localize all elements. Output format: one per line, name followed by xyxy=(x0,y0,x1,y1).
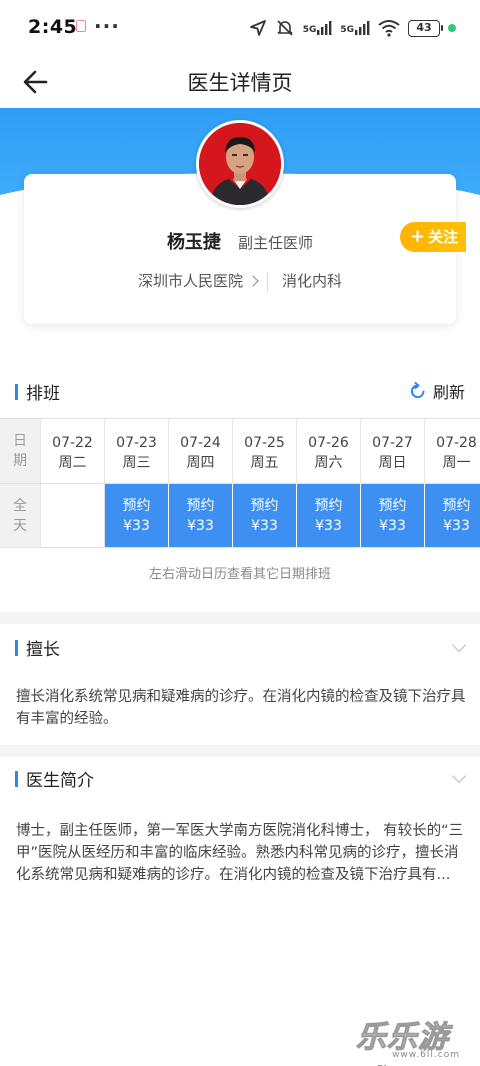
book-label: 预约 xyxy=(186,498,215,514)
weekday-text: 周日 xyxy=(378,455,407,471)
doctor-photo-icon xyxy=(199,123,281,205)
doctor-name: 杨玉捷 xyxy=(166,232,221,253)
doctor-title: 副主任医师 xyxy=(238,234,314,252)
weekday-text: 周一 xyxy=(442,455,471,471)
price-label: ¥33 xyxy=(379,518,406,534)
weekday-text: 周二 xyxy=(58,455,87,471)
book-label: 预约 xyxy=(122,498,151,514)
intro-section-header[interactable]: 医生简介 xyxy=(0,765,480,795)
watermark-logo: 乐乐游戏 www.6ll.com xyxy=(356,1012,474,1066)
refresh-icon xyxy=(410,382,425,399)
price-label: ¥33 xyxy=(123,518,150,534)
refresh-label: 刷新 xyxy=(432,383,465,402)
date-row-label: 日期 xyxy=(0,419,41,483)
signal-5g-icon-2: 5G xyxy=(340,21,370,35)
date-columns: 07-22 周二 07-23 周三 07-24 周四 07-25 周五 07-26 周六 07-27… xyxy=(41,419,480,483)
date-text: 07-23 xyxy=(116,435,157,451)
date-text: 07-26 xyxy=(308,435,349,451)
book-slot-button[interactable]: 预约 ¥33 xyxy=(233,484,297,547)
price-label: ¥33 xyxy=(315,518,342,534)
empty-slot xyxy=(41,484,105,547)
book-slot-button[interactable]: 预约 ¥33 xyxy=(361,484,425,547)
divider xyxy=(267,271,268,292)
slot-columns: 预约 ¥33 预约 ¥33 预约 ¥33 预约 ¥33 预约 ¥33 预约 ¥33 xyxy=(41,484,480,547)
schedule-section-header: 排班 刷新 xyxy=(0,378,480,408)
status-icons: 5G 5G 43 xyxy=(249,18,456,38)
hospital-name: 深圳市人民医院 xyxy=(137,272,243,290)
date-text: 07-22 xyxy=(52,435,93,451)
schedule-hint: 左右滑动日历查看其它日期排班 xyxy=(148,567,331,582)
book-label: 预约 xyxy=(314,498,343,514)
price-label: ¥33 xyxy=(251,518,278,534)
specialty-section-header[interactable]: 擅长 xyxy=(0,634,480,664)
price-label: ¥33 xyxy=(443,518,470,534)
avatar xyxy=(196,120,284,208)
page-title: 医生详情页 xyxy=(187,71,293,95)
plus-icon: + xyxy=(410,226,426,247)
section-divider xyxy=(0,612,480,624)
follow-label: 关注 xyxy=(428,228,459,246)
date-text: 07-27 xyxy=(372,435,413,451)
section-accent-bar xyxy=(15,384,18,400)
book-label: 预约 xyxy=(442,498,471,514)
signal-5g-icon-1: 5G xyxy=(303,21,333,35)
date-column: 07-24 周四 xyxy=(169,419,233,483)
department-name: 消化内科 xyxy=(282,272,343,290)
hospital-row: 深圳市人民医院 消化内科 xyxy=(24,270,456,292)
intro-title: 医生简介 xyxy=(26,771,94,791)
more-notifications-icon: ··· xyxy=(94,14,120,38)
date-text: 07-24 xyxy=(180,435,221,451)
schedule-slot-row: 全天 预约 ¥33 预约 ¥33 预约 ¥33 预约 ¥33 预约 ¥33 预约 ¥33 xyxy=(0,484,480,547)
book-slot-button[interactable]: 预约 ¥33 xyxy=(169,484,233,547)
privacy-dot-icon xyxy=(448,24,456,32)
date-text: 07-28 xyxy=(436,435,477,451)
allday-row-label: 全天 xyxy=(0,484,41,547)
watermark-url: www.6ll.com xyxy=(392,1050,460,1060)
date-column: 07-22 周二 xyxy=(41,419,105,483)
hospital-link[interactable]: 深圳市人民医院 xyxy=(138,272,267,290)
mute-icon xyxy=(277,20,293,36)
date-column: 07-27 周日 xyxy=(361,419,425,483)
section-accent-bar xyxy=(15,771,18,787)
status-time: 2:45 xyxy=(28,16,78,38)
battery-icon: 43 xyxy=(408,19,443,37)
price-label: ¥33 xyxy=(187,518,214,534)
book-label: 预约 xyxy=(250,498,279,514)
weekday-text: 周四 xyxy=(186,455,215,471)
notification-icon xyxy=(76,20,86,32)
specialty-title: 擅长 xyxy=(26,640,60,660)
book-slot-button[interactable]: 预约 ¥33 xyxy=(425,484,480,547)
nav-bar: 医生详情页 xyxy=(0,58,480,108)
location-icon xyxy=(249,20,266,36)
section-divider xyxy=(0,745,480,757)
book-label: 预约 xyxy=(378,498,407,514)
follow-button[interactable]: + 关注 xyxy=(400,222,466,252)
chevron-down-icon[interactable] xyxy=(451,637,467,653)
specialty-text: 擅长消化系统常见病和疑难病的诊疗。在消化内镜的检查及镜下治疗具有丰富的经验。 xyxy=(16,689,466,727)
chevron-right-icon xyxy=(247,275,259,287)
book-slot-button[interactable]: 预约 ¥33 xyxy=(297,484,361,547)
date-text: 07-25 xyxy=(244,435,285,451)
schedule-date-row: 日期 07-22 周二 07-23 周三 07-24 周四 07-25 周五 07-26 周六 07… xyxy=(0,419,480,483)
section-accent-bar xyxy=(15,640,18,656)
book-slot-button[interactable]: 预约 ¥33 xyxy=(105,484,169,547)
schedule-grid[interactable]: 日期 07-22 周二 07-23 周三 07-24 周四 07-25 周五 07-26 周六 07… xyxy=(0,418,480,548)
network-label-1: 5G xyxy=(302,25,317,35)
wifi-icon xyxy=(378,20,400,37)
intro-text: 博士，副主任医师，第一军医大学南方医院消化科博士， 有较长的“三甲”医院从医经历… xyxy=(16,823,464,883)
weekday-text: 周三 xyxy=(122,455,151,471)
date-column: 07-26 周六 xyxy=(297,419,361,483)
network-label-2: 5G xyxy=(340,25,354,35)
date-column: 07-28 周一 xyxy=(425,419,480,483)
date-column: 07-25 周五 xyxy=(233,419,297,483)
weekday-text: 周五 xyxy=(250,455,279,471)
date-column: 07-23 周三 xyxy=(105,419,169,483)
refresh-button[interactable]: 刷新 xyxy=(409,379,465,403)
doctor-name-row: 杨玉捷 副主任医师 xyxy=(24,228,456,254)
schedule-title: 排班 xyxy=(26,384,60,404)
weekday-text: 周六 xyxy=(314,455,343,471)
chevron-down-icon[interactable] xyxy=(451,768,467,784)
status-bar: 2:45 ··· 5G 5G 43 xyxy=(0,0,480,58)
